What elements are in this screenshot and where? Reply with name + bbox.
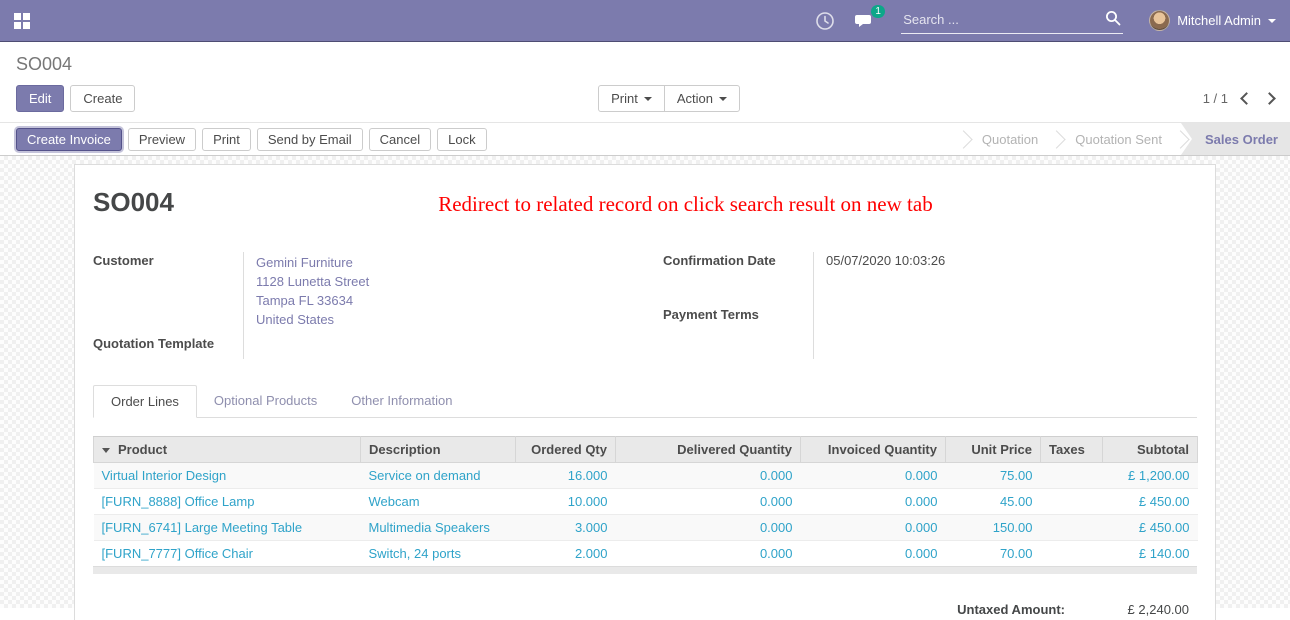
user-menu-caret-icon bbox=[1268, 19, 1276, 23]
tab-order-lines[interactable]: Order Lines bbox=[93, 385, 197, 418]
table-footer bbox=[93, 566, 1197, 574]
col-taxes: Taxes bbox=[1041, 437, 1103, 463]
customer-label: Customer bbox=[93, 252, 243, 335]
search-icon[interactable] bbox=[1105, 10, 1121, 29]
user-avatar bbox=[1149, 10, 1170, 31]
customer-country: United States bbox=[256, 310, 645, 329]
control-panel: SO004 Edit Create Print Action 1 / 1 bbox=[0, 42, 1290, 122]
confirmation-date-label: Confirmation Date bbox=[663, 252, 813, 306]
pager-previous-icon[interactable] bbox=[1240, 92, 1253, 105]
action-dropdown-button[interactable]: Action bbox=[664, 85, 740, 112]
pager-counter: 1 / 1 bbox=[1203, 91, 1228, 106]
edit-button[interactable]: Edit bbox=[16, 85, 64, 112]
print-button[interactable]: Print bbox=[202, 128, 251, 151]
user-menu[interactable]: Mitchell Admin bbox=[1149, 10, 1276, 31]
col-delivered-qty: Delivered Quantity bbox=[616, 437, 801, 463]
totals-section: Untaxed Amount: £ 2,240.00 bbox=[93, 602, 1197, 617]
create-invoice-button[interactable]: Create Invoice bbox=[16, 128, 122, 151]
sales-order-sheet: SO004 Redirect to related record on clic… bbox=[74, 164, 1216, 620]
col-ordered-qty: Ordered Qty bbox=[516, 437, 616, 463]
status-steps: Quotation Quotation Sent Sales Order bbox=[963, 123, 1290, 155]
confirmation-date-value: 05/07/2020 10:03:26 bbox=[813, 252, 1197, 306]
red-annotation-text: Redirect to related record on click sear… bbox=[174, 192, 1197, 217]
send-by-email-button[interactable]: Send by Email bbox=[257, 128, 363, 151]
messages-icon[interactable]: 1 bbox=[855, 11, 875, 31]
activities-clock-icon[interactable] bbox=[815, 11, 835, 31]
top-navbar: 1 Mitchell Admin bbox=[0, 0, 1290, 42]
status-step-sales-order[interactable]: Sales Order bbox=[1181, 123, 1290, 155]
action-caret-icon bbox=[719, 97, 727, 101]
quotation-template-value[interactable] bbox=[243, 335, 645, 359]
customer-value[interactable]: Gemini Furniture 1128 Lunetta Street Tam… bbox=[243, 252, 645, 335]
status-step-quotation[interactable]: Quotation bbox=[964, 123, 1056, 155]
untaxed-amount-label: Untaxed Amount: bbox=[957, 602, 1065, 617]
tab-other-information[interactable]: Other Information bbox=[334, 385, 469, 417]
pager-next-icon[interactable] bbox=[1263, 92, 1276, 105]
print-caret-icon bbox=[644, 97, 652, 101]
user-name: Mitchell Admin bbox=[1177, 13, 1261, 28]
table-header-row: Product Description Ordered Qty Delivere… bbox=[94, 437, 1198, 463]
preview-button[interactable]: Preview bbox=[128, 128, 196, 151]
order-lines-table: Product Description Ordered Qty Delivere… bbox=[93, 436, 1198, 566]
order-line-row[interactable]: [FURN_6741] Large Meeting TableMultimedi… bbox=[94, 515, 1198, 541]
col-product: Product bbox=[94, 437, 361, 463]
create-button[interactable]: Create bbox=[70, 85, 135, 112]
order-line-row[interactable]: Virtual Interior DesignService on demand… bbox=[94, 463, 1198, 489]
apps-menu-icon[interactable] bbox=[14, 13, 30, 29]
message-count-badge: 1 bbox=[871, 5, 885, 18]
breadcrumb[interactable]: SO004 bbox=[16, 54, 1274, 75]
status-step-quotation-sent[interactable]: Quotation Sent bbox=[1057, 123, 1180, 155]
form-view-background: SO004 Redirect to related record on clic… bbox=[0, 156, 1290, 608]
customer-city: Tampa FL 33634 bbox=[256, 291, 645, 310]
tab-optional-products[interactable]: Optional Products bbox=[197, 385, 334, 417]
global-search[interactable] bbox=[901, 8, 1123, 34]
col-description: Description bbox=[361, 437, 516, 463]
customer-name[interactable]: Gemini Furniture bbox=[256, 253, 645, 272]
col-invoiced-qty: Invoiced Quantity bbox=[801, 437, 946, 463]
quotation-template-label: Quotation Template bbox=[93, 335, 243, 359]
print-dropdown-button[interactable]: Print bbox=[598, 85, 665, 112]
lock-button[interactable]: Lock bbox=[437, 128, 486, 151]
col-subtotal: Subtotal bbox=[1103, 437, 1198, 463]
payment-terms-label: Payment Terms bbox=[663, 306, 813, 360]
form-statusbar: Create Invoice Preview Print Send by Ema… bbox=[0, 122, 1290, 156]
untaxed-amount-value: £ 2,240.00 bbox=[1099, 602, 1189, 617]
cancel-button[interactable]: Cancel bbox=[369, 128, 431, 151]
list-toggle-caret-icon[interactable] bbox=[102, 448, 110, 453]
customer-street: 1128 Lunetta Street bbox=[256, 272, 645, 291]
payment-terms-value[interactable] bbox=[813, 306, 1197, 360]
order-title: SO004 bbox=[93, 187, 174, 218]
order-line-row[interactable]: [FURN_8888] Office LampWebcam 10.0000.00… bbox=[94, 489, 1198, 515]
search-input[interactable] bbox=[903, 12, 1105, 27]
order-line-row[interactable]: [FURN_7777] Office ChairSwitch, 24 ports… bbox=[94, 541, 1198, 567]
notebook-tabs: Order Lines Optional Products Other Info… bbox=[93, 385, 1197, 418]
col-unit-price: Unit Price bbox=[946, 437, 1041, 463]
